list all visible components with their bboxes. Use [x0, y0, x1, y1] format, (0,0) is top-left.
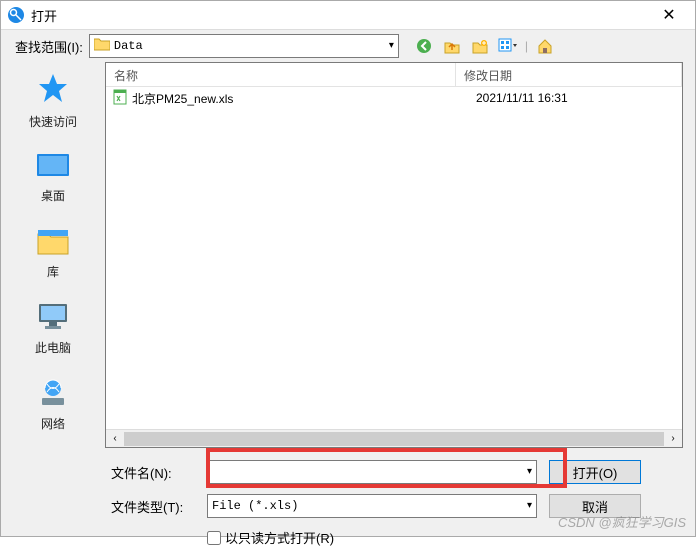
app-icon: [7, 6, 25, 24]
column-header-date[interactable]: 修改日期: [456, 63, 682, 86]
scroll-left-icon[interactable]: ‹: [106, 433, 124, 444]
open-button[interactable]: 打开(O): [549, 460, 641, 484]
sidebar-item-libraries[interactable]: 库: [9, 220, 97, 286]
network-icon: [9, 378, 97, 411]
look-in-dropdown[interactable]: Data ▾: [89, 34, 399, 58]
filename-label: 文件名(N):: [111, 463, 203, 482]
xls-file-icon: [112, 89, 128, 108]
nav-buttons: |: [413, 35, 556, 57]
filetype-label: 文件类型(T):: [111, 497, 203, 516]
look-in-folder: Data: [114, 39, 143, 53]
back-button[interactable]: [413, 35, 435, 57]
filetype-value: File (*.xls): [212, 499, 298, 513]
bottom-panel: 文件名(N): ▾ 打开(O) 文件类型(T): File (*.xls) ▾ …: [1, 452, 695, 559]
readonly-row: 以只读方式打开(R): [111, 528, 681, 547]
sidebar-item-label: 网络: [9, 415, 97, 432]
cancel-button[interactable]: 取消: [549, 494, 641, 518]
sidebar-item-network[interactable]: 网络: [9, 372, 97, 438]
look-in-label: 查找范围(I):: [15, 37, 83, 56]
file-rows: 北京PM25_new.xls 2021/11/11 16:31: [106, 87, 682, 429]
filetype-dropdown[interactable]: File (*.xls) ▾: [207, 494, 537, 518]
filetype-row: 文件类型(T): File (*.xls) ▾ 取消: [111, 494, 681, 518]
view-menu-button[interactable]: [497, 35, 519, 57]
column-headers: 名称 修改日期: [106, 63, 682, 87]
up-one-level-button[interactable]: [441, 35, 463, 57]
new-folder-button[interactable]: [469, 35, 491, 57]
home-button[interactable]: [534, 35, 556, 57]
sidebar-item-this-pc[interactable]: 此电脑: [9, 296, 97, 362]
file-name: 北京PM25_new.xls: [132, 90, 476, 107]
sidebar-item-label: 库: [9, 263, 97, 280]
this-pc-icon: [9, 302, 97, 335]
libraries-icon: [9, 226, 97, 259]
chevron-down-icon: ▾: [527, 466, 532, 478]
titlebar: 打开 ✕: [1, 1, 695, 30]
sidebar-item-label: 快速访问: [9, 113, 97, 130]
main-area: 快速访问 桌面 库 此电脑 网络 名称 修改日期: [1, 62, 695, 452]
scroll-track[interactable]: [124, 432, 664, 446]
places-sidebar: 快速访问 桌面 库 此电脑 网络: [5, 62, 101, 448]
separator: |: [525, 39, 528, 53]
horizontal-scrollbar[interactable]: ‹ ›: [106, 429, 682, 447]
close-button[interactable]: ✕: [649, 1, 689, 29]
chevron-down-icon: ▾: [389, 40, 394, 52]
sidebar-item-label: 此电脑: [9, 339, 97, 356]
look-in-row: 查找范围(I): Data ▾ |: [1, 30, 695, 62]
open-file-dialog: 打开 ✕ 查找范围(I): Data ▾ |: [0, 0, 696, 537]
filename-input[interactable]: ▾: [207, 460, 537, 484]
dialog-title: 打开: [31, 6, 649, 25]
folder-icon: [94, 37, 110, 55]
file-list: 名称 修改日期 北京PM25_new.xls 2021/11/11 16:31 …: [105, 62, 683, 448]
quick-access-icon: [9, 72, 97, 109]
readonly-checkbox[interactable]: [207, 531, 221, 545]
desktop-icon: [9, 152, 97, 183]
readonly-label: 以只读方式打开(R): [225, 528, 334, 547]
chevron-down-icon: ▾: [527, 500, 532, 512]
scroll-right-icon[interactable]: ›: [664, 433, 682, 444]
scroll-thumb[interactable]: [124, 432, 664, 446]
sidebar-item-quick-access[interactable]: 快速访问: [9, 66, 97, 136]
file-modified: 2021/11/11 16:31: [476, 91, 568, 105]
filename-row: 文件名(N): ▾ 打开(O): [111, 460, 681, 484]
column-header-name[interactable]: 名称: [106, 63, 456, 86]
file-row[interactable]: 北京PM25_new.xls 2021/11/11 16:31: [106, 87, 682, 109]
sidebar-item-desktop[interactable]: 桌面: [9, 146, 97, 210]
sidebar-item-label: 桌面: [9, 187, 97, 204]
